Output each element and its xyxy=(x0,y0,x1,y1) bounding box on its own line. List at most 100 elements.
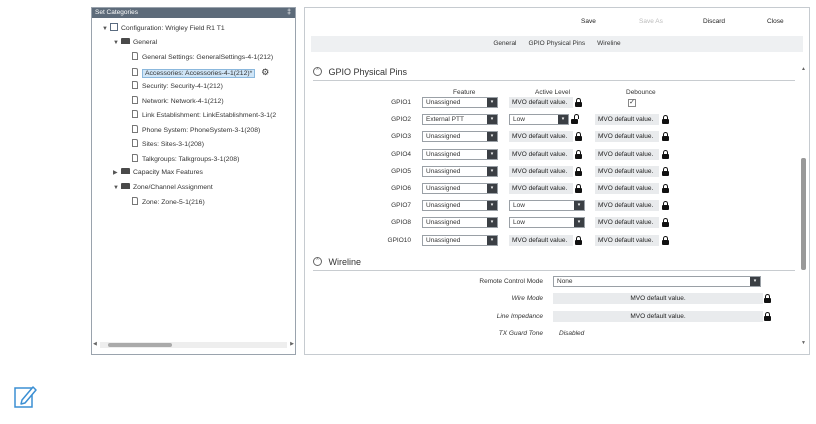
feature-select-value: Unassigned xyxy=(426,99,461,106)
feature-select[interactable]: Unassigned ▾ xyxy=(422,217,498,228)
tree-item-label: Security: Security-4-1(212) xyxy=(142,83,223,90)
pin-icon[interactable]: ‡ xyxy=(287,8,291,18)
chevron-down-icon[interactable]: ▾ xyxy=(750,277,760,286)
chevron-down-icon[interactable]: ▾ xyxy=(574,218,584,227)
tree-item[interactable]: Sites: Sites-3-1(208) xyxy=(124,138,204,150)
tree-item-label: Talkgroups: Talkgroups-3-1(208) xyxy=(142,155,240,163)
unlock-icon[interactable] xyxy=(571,114,579,124)
lock-icon[interactable] xyxy=(575,184,582,193)
tree-item[interactable]: ▼ Configuration: Wrigley Field R1 T1 xyxy=(102,22,225,34)
chevron-down-icon[interactable]: ▾ xyxy=(487,98,497,107)
feature-select[interactable]: Unassigned ▾ xyxy=(422,131,498,142)
chevron-down-icon[interactable]: ▾ xyxy=(487,218,497,227)
lock-icon[interactable] xyxy=(662,201,669,210)
lock-icon[interactable] xyxy=(575,167,582,176)
tree-item-label: Zone/Channel Assignment xyxy=(133,183,213,191)
active-level-select[interactable]: Low ▾ xyxy=(509,200,585,211)
chevron-down-icon[interactable]: ▾ xyxy=(487,184,497,193)
chevron-down-icon[interactable]: ▾ xyxy=(487,236,497,245)
horizontal-scrollbar[interactable]: ◀ ▶ xyxy=(93,341,294,348)
lock-icon[interactable] xyxy=(662,184,669,193)
gear-icon[interactable]: ⚙ xyxy=(261,66,269,78)
feature-select[interactable]: External PTT ▾ xyxy=(422,114,498,125)
feature-select-value: Unassigned xyxy=(426,151,461,158)
tree-item[interactable]: Security: Security-4-1(212) xyxy=(124,80,223,92)
remote-control-mode-select[interactable]: None ▾ xyxy=(553,276,761,287)
active-level-column-header: Active Level xyxy=(535,89,571,96)
lock-icon[interactable] xyxy=(575,132,582,141)
scroll-left-icon[interactable]: ◀ xyxy=(93,341,97,347)
vertical-scrollbar[interactable]: ▲ ▼ xyxy=(800,66,807,346)
tree-item[interactable]: Phone System: PhoneSystem-3-1(208) xyxy=(124,124,260,136)
chevron-down-icon[interactable]: ▾ xyxy=(574,201,584,210)
tree-item[interactable]: ▼ Zone/Channel Assignment xyxy=(113,182,213,194)
active-level-select[interactable]: Low ▾ xyxy=(509,217,585,228)
tree-item[interactable]: Accessories: Accessories-4-1(212)* ⚙ xyxy=(124,66,269,78)
feature-select[interactable]: Unassigned ▾ xyxy=(422,149,498,160)
tx-guard-tone-label: TX Guard Tone xyxy=(498,330,543,337)
feature-select[interactable]: Unassigned ▾ xyxy=(422,235,498,246)
lock-icon[interactable] xyxy=(662,218,669,227)
gpio-pin-label: GPIO10 xyxy=(387,237,411,244)
vertical-scroll-thumb[interactable] xyxy=(801,158,806,270)
lock-icon[interactable] xyxy=(575,150,582,159)
lock-icon[interactable] xyxy=(764,312,771,321)
tab-general[interactable]: General xyxy=(493,36,516,52)
active-level-select[interactable]: Low ▾ xyxy=(509,114,569,125)
lock-icon[interactable] xyxy=(575,98,582,107)
collapse-icon[interactable]: ⌃ xyxy=(313,67,322,77)
feature-select[interactable]: Unassigned ▾ xyxy=(422,183,498,194)
lock-icon[interactable] xyxy=(662,150,669,159)
tab-wireline[interactable]: Wireline xyxy=(597,36,620,52)
tree-item[interactable]: Zone: Zone-5-1(216) xyxy=(124,196,205,208)
chevron-down-icon[interactable]: ▾ xyxy=(487,150,497,159)
section-tabs: General GPIO Physical Pins Wireline xyxy=(311,36,803,52)
wireline-section-header[interactable]: ⌃ Wireline xyxy=(313,255,361,269)
save-button[interactable]: Save xyxy=(581,18,596,25)
lock-icon[interactable] xyxy=(764,294,771,303)
collapse-icon[interactable]: ⌃ xyxy=(313,257,322,267)
tree-item[interactable]: General Settings: GeneralSettings-4-1(21… xyxy=(124,51,273,63)
tree-item[interactable]: Talkgroups: Talkgroups-3-1(208) xyxy=(124,153,239,165)
feature-select[interactable]: Unassigned ▾ xyxy=(422,97,498,108)
lock-icon[interactable] xyxy=(662,115,669,124)
scroll-down-icon[interactable]: ▼ xyxy=(801,340,806,346)
scroll-up-icon[interactable]: ▲ xyxy=(801,66,806,72)
debounce-column-header: Debounce xyxy=(626,89,656,96)
lock-icon[interactable] xyxy=(662,132,669,141)
tree-item[interactable]: Link Establishment: LinkEstablishment-3-… xyxy=(124,109,276,121)
debounce-value: MVO default value. xyxy=(595,114,659,125)
chevron-down-icon[interactable]: ▾ xyxy=(558,115,568,124)
save-as-button[interactable]: Save As xyxy=(639,18,663,25)
lock-icon[interactable] xyxy=(575,236,582,245)
lock-icon[interactable] xyxy=(662,167,669,176)
set-categories-title: Set Categories ‡ xyxy=(92,8,295,18)
chevron-down-icon[interactable]: ▾ xyxy=(487,115,497,124)
gpio-section-header[interactable]: ⌃ GPIO Physical Pins xyxy=(313,65,407,79)
active-level-value: MVO default value. xyxy=(509,183,573,194)
expand-arrow-icon[interactable]: ▶ xyxy=(113,167,121,179)
active-level-select-value: Low xyxy=(513,116,525,123)
chevron-down-icon[interactable]: ▾ xyxy=(487,201,497,210)
discard-button[interactable]: Discard xyxy=(703,18,725,25)
collapse-arrow-icon[interactable]: ▼ xyxy=(113,182,121,194)
collapse-arrow-icon[interactable]: ▼ xyxy=(102,23,110,35)
gpio-pin-label: GPIO7 xyxy=(391,202,411,209)
debounce-checkbox[interactable]: ✓ xyxy=(628,99,636,107)
chevron-down-icon[interactable]: ▾ xyxy=(487,132,497,141)
tree-item[interactable]: Network: Network-4-1(212) xyxy=(124,95,224,107)
feature-select[interactable]: Unassigned ▾ xyxy=(422,166,498,177)
collapse-arrow-icon[interactable]: ▼ xyxy=(113,37,121,49)
debounce-value: MVO default value. xyxy=(595,200,659,211)
lock-icon[interactable] xyxy=(662,236,669,245)
horizontal-scroll-thumb[interactable] xyxy=(108,343,172,347)
tab-gpio-physical-pins[interactable]: GPIO Physical Pins xyxy=(528,36,585,52)
tree-item[interactable]: ▼ General xyxy=(113,37,157,49)
scroll-right-icon[interactable]: ▶ xyxy=(290,341,294,347)
feature-select[interactable]: Unassigned ▾ xyxy=(422,200,498,211)
feature-select-value: Unassigned xyxy=(426,219,461,226)
chevron-down-icon[interactable]: ▾ xyxy=(487,167,497,176)
close-button[interactable]: Close xyxy=(767,18,784,25)
document-icon xyxy=(132,124,138,133)
tree-item[interactable]: ▶ Capacity Max Features xyxy=(113,167,203,179)
